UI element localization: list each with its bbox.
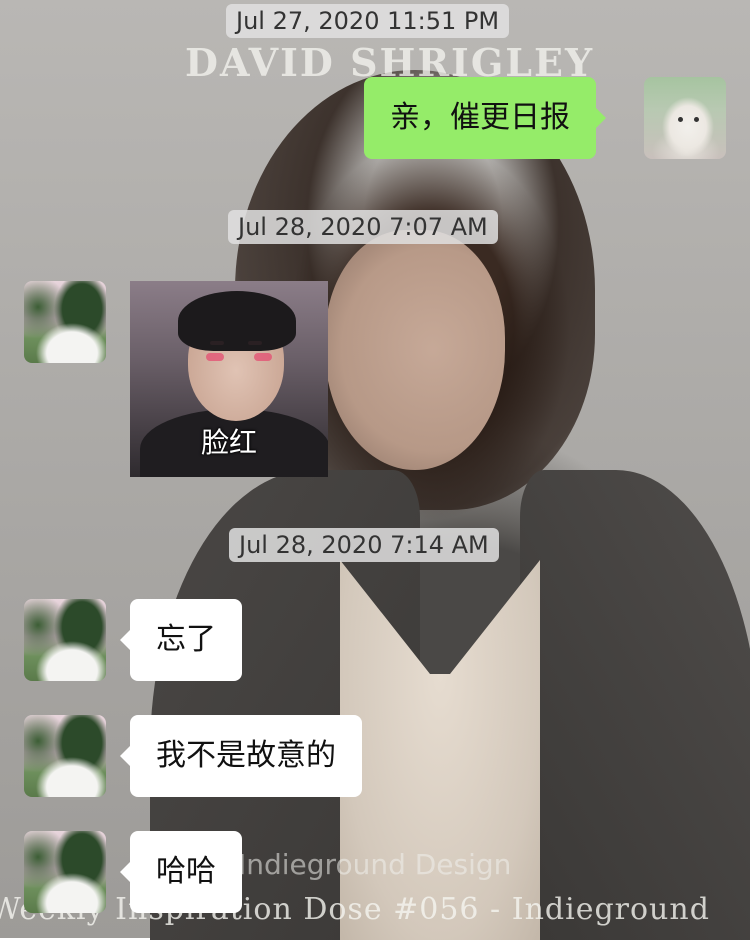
friend-avatar[interactable] bbox=[24, 715, 106, 797]
friend-avatar[interactable] bbox=[24, 831, 106, 913]
timestamp: Jul 28, 2020 7:07 AM bbox=[228, 210, 498, 244]
avatar-cat-eye-right bbox=[694, 117, 699, 122]
sticker-eye-left bbox=[210, 341, 224, 345]
avatar-cat-eye-left bbox=[678, 117, 683, 122]
friend-avatar[interactable] bbox=[24, 599, 106, 681]
sticker-eye-right bbox=[248, 341, 262, 345]
received-message-bubble[interactable]: 我不是故意的 bbox=[120, 715, 362, 797]
timestamp: Jul 28, 2020 7:14 AM bbox=[229, 528, 499, 562]
background-face bbox=[325, 230, 505, 470]
friend-avatar[interactable] bbox=[24, 281, 106, 363]
sticker-blush-right bbox=[254, 353, 272, 361]
my-avatar[interactable] bbox=[644, 77, 726, 159]
received-message-bubble[interactable]: 哈哈 bbox=[120, 831, 242, 913]
sticker-message[interactable]: 脸红 bbox=[130, 281, 328, 477]
sticker-hair bbox=[178, 291, 296, 351]
background-watermark-bottom: Weekly Inspiration Dose #056 - Indiegrou… bbox=[0, 892, 710, 927]
sticker-blush-left bbox=[206, 353, 224, 361]
background-watermark-middle: Indieground Design bbox=[238, 848, 512, 881]
sent-message-bubble[interactable]: 亲，催更日报 bbox=[364, 77, 606, 159]
timestamp: Jul 27, 2020 11:51 PM bbox=[226, 4, 510, 38]
received-message-bubble[interactable]: 忘了 bbox=[120, 599, 242, 681]
sticker-caption: 脸红 bbox=[200, 426, 257, 459]
